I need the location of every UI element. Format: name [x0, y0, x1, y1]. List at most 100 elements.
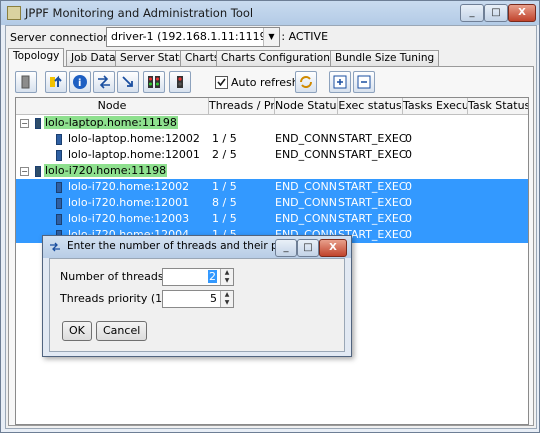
server-connection-label: Server connection: [10, 31, 111, 44]
stop-icon: [177, 76, 183, 88]
dialog-minimize-button[interactable]: _: [275, 239, 297, 257]
cancel-button[interactable]: Cancel: [96, 321, 148, 341]
node-icon: [56, 214, 62, 225]
refresh-icon: [300, 76, 312, 88]
spinner-up-icon[interactable]: ▲: [221, 291, 233, 299]
shutdown-icon: [21, 75, 30, 89]
update-icon: [50, 75, 62, 87]
table-row[interactable]: lolo-i720.home:12002 1 / 5 END_CONN... S…: [16, 179, 528, 195]
chevron-down-icon[interactable]: ▼: [263, 28, 279, 46]
dialog-close-button[interactable]: X: [319, 239, 347, 257]
dialog-title: Enter the number of threads and their pr…: [67, 240, 309, 252]
tasks-cell: 0: [405, 196, 412, 209]
spinner-down-icon[interactable]: ▼: [221, 299, 233, 307]
table-header: Node Threads / Pr... Node Status Exec st…: [16, 98, 528, 115]
app-icon: [7, 6, 21, 20]
dialog-reset-icon: [50, 242, 60, 252]
node-icon: [56, 182, 62, 193]
auto-refresh-checkbox[interactable]: [215, 76, 228, 89]
threads-cell: 1 / 5: [212, 132, 237, 145]
threads-dialog: Enter the number of threads and their pr…: [42, 235, 352, 357]
maximize-button[interactable]: □: [484, 4, 508, 22]
dialog-title-bar[interactable]: Enter the number of threads and their pr…: [43, 236, 351, 258]
info-button[interactable]: i: [69, 71, 91, 93]
window-title: JPPF Monitoring and Administration Tool: [25, 6, 254, 20]
tab-job-data[interactable]: Job Data: [66, 50, 121, 66]
restart-icon: [148, 76, 160, 88]
node-name: lolo-i720.home:12001: [68, 196, 190, 209]
main-window: JPPF Monitoring and Administration Tool …: [0, 0, 540, 433]
tab-charts-configuration[interactable]: Charts Configuration: [216, 50, 335, 66]
reset-icon: [98, 75, 110, 89]
reset-button[interactable]: [93, 71, 115, 93]
table-row[interactable]: lolo-laptop.home:12001 2 / 5 END_CONN...…: [16, 147, 528, 163]
tasks-cell: 0: [405, 180, 412, 193]
node-name-cell: lolo-laptop.home:11198: [44, 115, 178, 131]
server-connection-select[interactable]: driver-1 (192.168.1.11:11198) : ACTIVE ▼: [106, 27, 328, 47]
close-button[interactable]: X: [508, 4, 536, 22]
title-bar[interactable]: JPPF Monitoring and Administration Tool …: [1, 1, 539, 25]
expand-all-button[interactable]: [329, 71, 351, 93]
info-icon: i: [73, 75, 87, 89]
tab-server-stats[interactable]: Server Stats: [115, 50, 190, 66]
status-bar: [8, 427, 534, 428]
tree-row-group[interactable]: − lolo-i720.home:11198: [16, 163, 528, 179]
column-header-exec-status[interactable]: Exec status: [338, 98, 403, 114]
collapse-toggle-icon[interactable]: −: [20, 167, 29, 176]
node-icon: [56, 134, 62, 145]
tasks-cell: 0: [405, 132, 412, 145]
client-area: Server connection driver-1 (192.168.1.11…: [5, 25, 537, 429]
node-name: lolo-i720.home:12003: [68, 212, 190, 225]
threads-spinner-arrows[interactable]: ▲ ▼: [220, 269, 233, 285]
node-name: lolo-i720.home:11198: [44, 164, 168, 177]
tab-topology[interactable]: Topology: [8, 48, 65, 67]
svg-text:i: i: [78, 78, 81, 89]
column-header-tasks-executed[interactable]: Tasks Execut...: [403, 98, 468, 114]
threads-cell: 8 / 5: [212, 196, 237, 209]
spinner-up-icon[interactable]: ▲: [221, 269, 233, 277]
table-row[interactable]: lolo-i720.home:12003 1 / 5 END_CONN... S…: [16, 211, 528, 227]
dialog-maximize-button[interactable]: □: [297, 239, 319, 257]
node-name: lolo-laptop.home:12001: [68, 148, 200, 161]
checkmark-icon: [217, 78, 226, 87]
tasks-cell: 0: [405, 212, 412, 225]
node-name: lolo-laptop.home:11198: [44, 116, 178, 129]
exec-status-cell: START_EXEC: [338, 212, 407, 225]
table-row[interactable]: lolo-laptop.home:12002 1 / 5 END_CONN...…: [16, 131, 528, 147]
shutdown-button[interactable]: [15, 71, 37, 93]
priority-spinner-arrows[interactable]: ▲ ▼: [220, 291, 233, 307]
dialog-body: Number of threads 2 ▲ ▼ Threads priority…: [49, 258, 345, 352]
threads-spinner[interactable]: 2 ▲ ▼: [162, 268, 234, 286]
node-status-cell: END_CONN...: [275, 148, 337, 161]
threads-cell: 1 / 5: [212, 180, 237, 193]
update-button[interactable]: [45, 71, 67, 93]
minimize-button[interactable]: _: [460, 4, 484, 22]
column-header-node[interactable]: Node: [16, 98, 209, 114]
exec-status-cell: START_EXEC: [338, 196, 407, 209]
tasks-cell: 0: [405, 228, 412, 241]
table-row[interactable]: lolo-i720.home:12001 8 / 5 END_CONN... S…: [16, 195, 528, 211]
node-status-cell: END_CONN...: [275, 180, 337, 193]
ok-button[interactable]: OK: [62, 321, 92, 341]
threads-value[interactable]: 2: [208, 270, 217, 283]
priority-spinner[interactable]: 5 ▲ ▼: [162, 290, 234, 308]
column-header-node-status[interactable]: Node Status: [275, 98, 338, 114]
refresh-button[interactable]: [295, 71, 317, 93]
collapse-all-button[interactable]: [353, 71, 375, 93]
tree-row-group[interactable]: − lolo-laptop.home:11198: [16, 115, 528, 131]
server-traffic-button[interactable]: [117, 71, 139, 93]
node-name-cell: lolo-i720.home:11198: [44, 163, 168, 179]
restart-button[interactable]: [143, 71, 165, 93]
stop-button[interactable]: [169, 71, 191, 93]
collapse-toggle-icon[interactable]: −: [20, 119, 29, 128]
column-header-task-status[interactable]: Task Status: [468, 98, 528, 114]
driver-icon: [35, 166, 41, 177]
column-header-threads[interactable]: Threads / Pr...: [209, 98, 275, 114]
priority-value[interactable]: 5: [210, 292, 217, 305]
node-name: lolo-laptop.home:12002: [68, 132, 200, 145]
tab-bundle-size-tuning[interactable]: Bundle Size Tuning: [330, 50, 440, 66]
tasks-cell: 0: [405, 148, 412, 161]
spinner-down-icon[interactable]: ▼: [221, 277, 233, 285]
collapse-all-icon: [357, 75, 371, 89]
node-name: lolo-i720.home:12002: [68, 180, 190, 193]
